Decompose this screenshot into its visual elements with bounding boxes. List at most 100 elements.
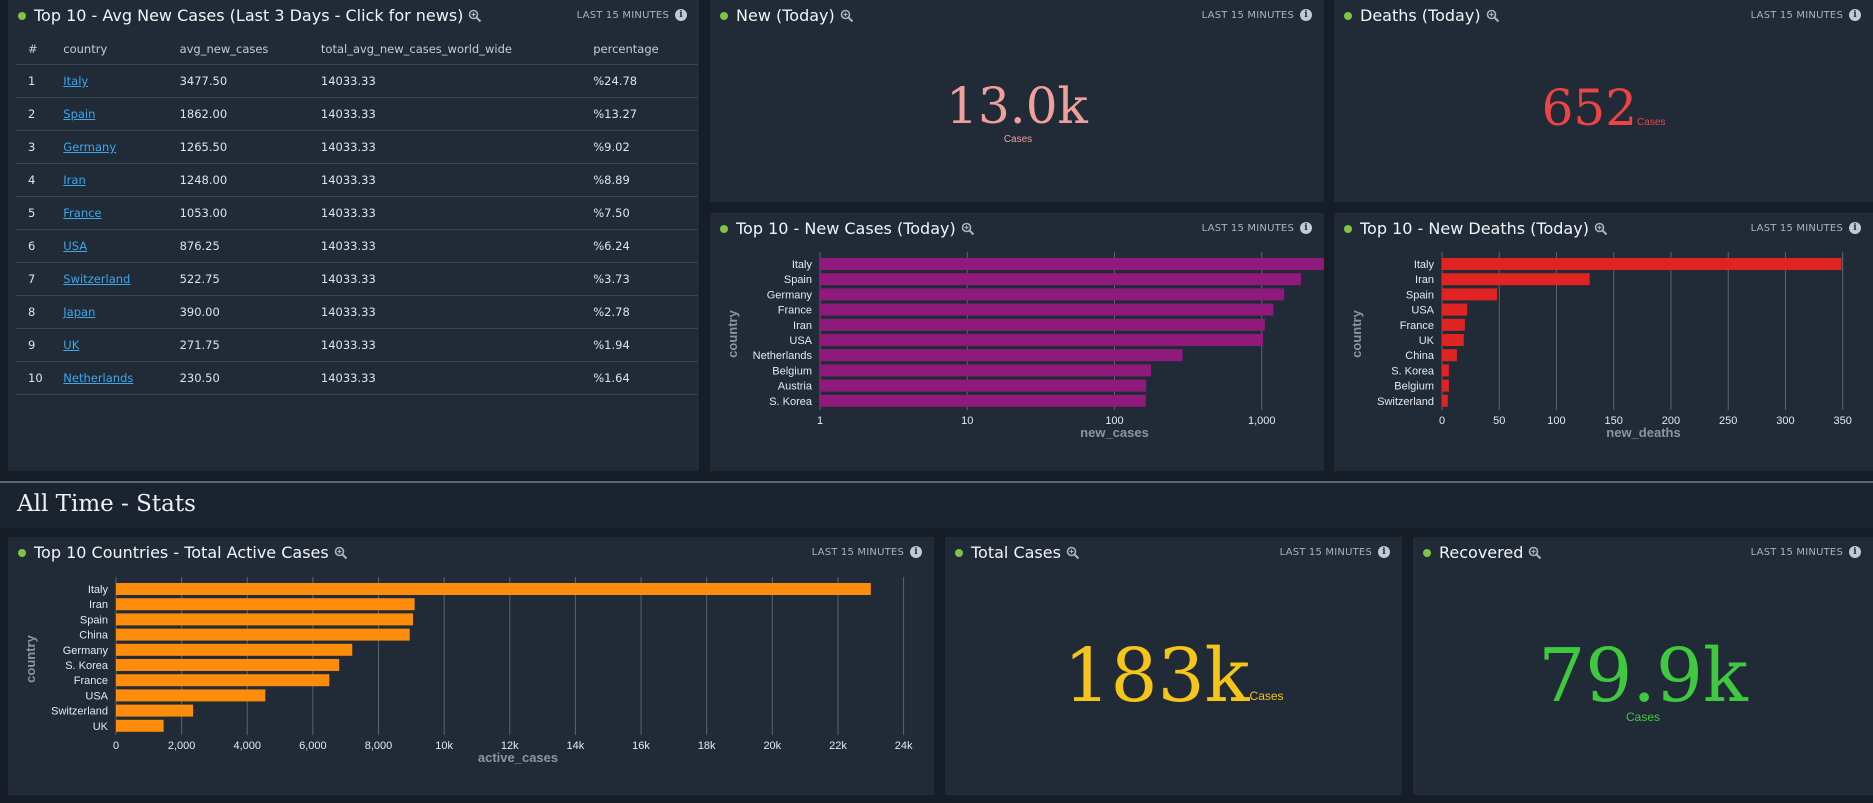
column-header[interactable]: percentage — [581, 34, 698, 65]
info-icon[interactable]: i — [1849, 9, 1861, 21]
column-header[interactable]: avg_new_cases — [167, 34, 309, 65]
y-axis-label: country — [23, 634, 38, 682]
zoom-icon[interactable] — [1486, 9, 1500, 23]
category-label: France — [778, 305, 812, 317]
x-tick-label: 10 — [961, 415, 973, 427]
time-range-label[interactable]: LAST 15 MINUTES i — [1280, 546, 1390, 558]
bar — [116, 583, 871, 595]
table-cell: %8.89 — [581, 163, 698, 197]
zoom-icon[interactable] — [1066, 546, 1080, 560]
x-tick-label: 14k — [567, 740, 585, 752]
info-icon[interactable]: i — [1378, 546, 1390, 558]
avg-cases-table: # country avg_new_cases total_avg_new_cases… — [16, 34, 698, 395]
table-row: 4 Iran 1248.00 14033.33 %8.89 — [16, 163, 698, 197]
bar — [116, 613, 413, 626]
category-label: Switzerland — [1377, 396, 1434, 408]
metric-value: 652 — [1541, 79, 1638, 137]
metric-unit: Cases — [1249, 689, 1284, 703]
bar — [116, 674, 330, 687]
info-icon[interactable]: i — [1300, 9, 1312, 21]
active-cases-bar-chart[interactable]: 0 2,000 4,000 6,000 8,000 10k 12k 14k 16k 18k 20k 2… — [8, 537, 934, 795]
category-label: Italy — [88, 584, 109, 596]
country-link[interactable]: USA — [63, 239, 87, 253]
table-cell: %6.24 — [581, 229, 698, 263]
table-cell: 3477.50 — [167, 64, 309, 98]
country-link[interactable]: France — [63, 206, 101, 220]
info-icon[interactable]: i — [675, 9, 687, 21]
table-cell: %2.78 — [581, 295, 698, 329]
country-link[interactable]: UK — [63, 338, 79, 352]
category-label: UK — [1419, 335, 1435, 347]
x-tick-label: 1 — [817, 415, 823, 427]
table-row: 5 France 1053.00 14033.33 %7.50 — [16, 196, 698, 230]
zoom-icon[interactable] — [468, 9, 482, 23]
country-link[interactable]: Germany — [63, 140, 116, 154]
bar — [820, 303, 1274, 316]
panel-title[interactable]: Deaths (Today) — [1360, 6, 1481, 25]
panel-title[interactable]: Top 10 - Avg New Cases (Last 3 Days - Cl… — [34, 6, 463, 25]
table-cell: Iran — [51, 163, 168, 197]
zoom-icon[interactable] — [1528, 546, 1542, 560]
table-cell: France — [51, 196, 168, 230]
category-label: Iran — [89, 599, 108, 611]
total-cases-panel: Total Cases LAST 15 MINUTES i 183k Cases — [945, 537, 1402, 795]
zoom-icon[interactable] — [840, 9, 854, 23]
bar — [116, 598, 415, 611]
total-cases-metric: 183k Cases — [945, 636, 1402, 716]
category-label: S. Korea — [65, 660, 109, 672]
column-header[interactable]: country — [51, 34, 168, 65]
panel-title[interactable]: Recovered — [1439, 543, 1523, 562]
category-label: S. Korea — [769, 396, 813, 408]
metric-unit: Cases — [1637, 117, 1666, 128]
status-dot — [1423, 548, 1431, 557]
time-range-label[interactable]: LAST 15 MINUTES i — [1202, 9, 1312, 21]
y-axis-label: country — [1349, 309, 1364, 357]
table-cell: Switzerland — [51, 262, 168, 296]
bar — [1442, 364, 1449, 377]
section-header: All Time - Stats — [0, 481, 1873, 528]
country-link[interactable]: Iran — [63, 173, 85, 187]
info-icon[interactable]: i — [1849, 546, 1861, 558]
panel-title[interactable]: New (Today) — [736, 6, 835, 25]
panel-header: New (Today) — [720, 6, 854, 25]
country-link[interactable]: Italy — [63, 74, 88, 88]
bar — [116, 719, 164, 732]
deaths-today-metric: 652 Cases — [1334, 80, 1873, 136]
panel-header: Recovered — [1423, 543, 1542, 562]
bar — [820, 379, 1147, 392]
table-cell: 14033.33 — [308, 328, 582, 362]
table-cell: 6 — [16, 229, 52, 263]
category-label: France — [74, 675, 108, 687]
x-tick-label: 300 — [1776, 415, 1794, 427]
x-tick-label: 100 — [1547, 415, 1565, 427]
table-cell: 7 — [16, 262, 52, 296]
bar — [1442, 334, 1464, 346]
bar — [1442, 394, 1448, 407]
bar — [116, 643, 353, 656]
bar — [116, 628, 410, 641]
column-header[interactable]: total_avg_new_cases_world_wide — [308, 34, 582, 65]
country-link[interactable]: Switzerland — [63, 272, 130, 286]
x-tick-label: 0 — [113, 740, 119, 752]
country-link[interactable]: Netherlands — [63, 371, 133, 385]
table-cell: UK — [51, 328, 168, 362]
table-row: 1 Italy 3477.50 14033.33 %24.78 — [16, 64, 698, 98]
country-link[interactable]: Spain — [63, 107, 95, 121]
category-label: USA — [789, 335, 812, 347]
table-cell: 390.00 — [167, 295, 309, 329]
column-header[interactable]: # — [16, 34, 52, 65]
category-label: Iran — [1415, 274, 1434, 286]
x-axis-label: new_deaths — [1606, 425, 1680, 440]
new-deaths-bar-chart[interactable]: 0 50 100 150 200 250 300 350ItalyIranSpainUSAFr… — [1334, 213, 1873, 471]
time-range-label[interactable]: LAST 15 MINUTES i — [1751, 546, 1861, 558]
new-cases-bar-chart[interactable]: 1101001,00010kItalySpainGermanyFranceIra… — [710, 213, 1324, 471]
time-range-label[interactable]: LAST 15 MINUTES i — [1751, 9, 1861, 21]
time-range-label[interactable]: LAST 15 MINUTES i — [577, 9, 687, 21]
table-cell: 1 — [16, 64, 52, 98]
panel-title[interactable]: Total Cases — [971, 543, 1061, 562]
category-label: Spain — [80, 614, 108, 626]
bar — [1442, 303, 1468, 316]
x-tick-label: 22k — [829, 740, 847, 752]
country-link[interactable]: Japan — [63, 305, 95, 319]
table-cell: 14033.33 — [308, 295, 582, 329]
